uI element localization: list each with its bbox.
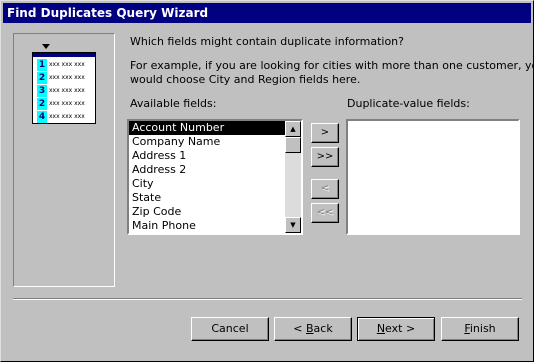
scroll-down-button[interactable]: ▼: [285, 217, 301, 233]
row-cells: xxx xxx xxx: [49, 74, 85, 81]
available-field-item[interactable]: Account Number: [129, 121, 285, 135]
next-label-hotkey: N: [376, 322, 386, 335]
next-label-rest: ext >: [385, 322, 416, 335]
back-button[interactable]: < Back: [274, 317, 352, 341]
question-text: Which fields might contain duplicate inf…: [130, 35, 404, 48]
row-number: 3: [37, 85, 47, 97]
finish-label-rest: inish: [469, 322, 496, 335]
illustration-row: 4 xxx xxx xxx: [37, 111, 93, 123]
available-field-item[interactable]: Company Name: [129, 135, 285, 149]
illustration-row: 1 xxx xxx xxx: [37, 59, 93, 71]
example-text-line2: would choose City and Region fields here…: [130, 73, 361, 86]
row-cells: xxx xxx xxx: [49, 100, 85, 107]
row-cells: xxx xxx xxx: [49, 61, 85, 68]
available-field-item[interactable]: Address 2: [129, 163, 285, 177]
window-title: Find Duplicates Query Wizard: [7, 6, 209, 20]
illustration-panel: 1 xxx xxx xxx 2 xxx xxx xxx 3 xxx xxx xx…: [13, 33, 115, 287]
table-illustration: 1 xxx xxx xxx 2 xxx xxx xxx 3 xxx xxx xx…: [32, 44, 96, 124]
available-field-item[interactable]: Address 1: [129, 149, 285, 163]
available-fields-scrollbar[interactable]: ▲ ▼: [285, 121, 301, 233]
row-number: 1: [37, 59, 47, 71]
illustration-row: 2 xxx xxx xxx: [37, 72, 93, 84]
row-cells: xxx xxx xxx: [49, 113, 85, 120]
duplicate-fields-list[interactable]: [346, 119, 520, 235]
available-field-item[interactable]: City: [129, 177, 285, 191]
cancel-button[interactable]: Cancel: [191, 317, 269, 341]
example-text-line1: For example, if you are looking for citi…: [130, 59, 534, 72]
scroll-up-button[interactable]: ▲: [285, 121, 301, 137]
available-field-item[interactable]: Main Phone: [129, 219, 285, 233]
illustration-row: 3 xxx xxx xxx: [37, 85, 93, 97]
footer-divider: [13, 298, 522, 300]
available-fields-label: Available fields:: [130, 97, 217, 110]
illustration-row: 2 xxx xxx xxx: [37, 98, 93, 110]
back-label-hotkey: B: [306, 322, 314, 335]
row-number: 4: [37, 111, 47, 123]
down-arrow-icon: [42, 44, 50, 49]
back-label-prefix: <: [293, 322, 306, 335]
back-label-rest: ack: [313, 322, 333, 335]
add-field-button[interactable]: >: [311, 123, 339, 143]
duplicate-fields-label: Duplicate-value fields:: [347, 97, 470, 110]
illustration-header: [33, 53, 95, 57]
row-number: 2: [37, 98, 47, 110]
triangle-down-icon: ▼: [290, 221, 296, 229]
add-all-fields-button[interactable]: >>: [311, 147, 339, 167]
scroll-thumb[interactable]: [285, 137, 301, 153]
available-field-item[interactable]: Zip Code: [129, 205, 285, 219]
next-button[interactable]: Next >: [357, 317, 435, 341]
available-fields-items: Account Number Company Name Address 1 Addre…: [129, 121, 285, 233]
row-number: 2: [37, 72, 47, 84]
remove-all-fields-button[interactable]: <<: [311, 203, 339, 223]
available-field-item[interactable]: State: [129, 191, 285, 205]
triangle-up-icon: ▲: [290, 125, 296, 133]
illustration-table: 1 xxx xxx xxx 2 xxx xxx xxx 3 xxx xxx xx…: [32, 52, 96, 124]
remove-field-button[interactable]: <: [311, 179, 339, 199]
title-bar: Find Duplicates Query Wizard: [3, 3, 531, 23]
cancel-label: Cancel: [211, 322, 249, 335]
row-cells: xxx xxx xxx: [49, 87, 85, 94]
available-fields-list[interactable]: Account Number Company Name Address 1 Addre…: [127, 119, 303, 235]
wizard-window: Find Duplicates Query Wizard 1 xxx xxx x…: [0, 0, 534, 362]
finish-button[interactable]: Finish: [441, 317, 519, 341]
